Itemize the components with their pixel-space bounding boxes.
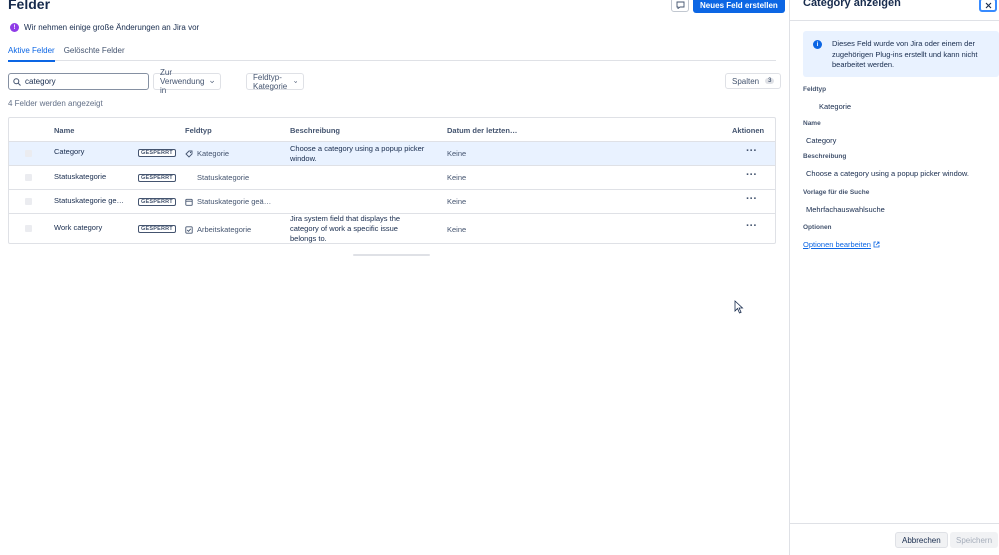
mouse-cursor-icon: [734, 300, 744, 314]
locked-badge: GESPERRT: [138, 149, 176, 157]
tab-active-fields[interactable]: Aktive Felder: [8, 46, 55, 62]
more-actions-button[interactable]: ···: [746, 193, 757, 205]
field-type-icon: [185, 174, 193, 182]
column-header-name[interactable]: Name: [54, 126, 74, 135]
feedback-icon: [676, 1, 684, 9]
chevron-down-icon: [293, 80, 298, 83]
search-input[interactable]: category: [8, 73, 149, 90]
field-last-used: Keine: [447, 197, 467, 206]
announcement-banner[interactable]: ! Wir nehmen einige große Änderungen an …: [10, 23, 199, 32]
field-type: Kategorie: [185, 149, 229, 158]
panel-header: Category anzeigen: [790, 0, 999, 21]
external-link-icon: [873, 241, 880, 248]
table-row[interactable]: Statuskategorie GESPERRT Statuskategorie…: [9, 166, 775, 190]
cancel-button[interactable]: Abbrechen: [895, 532, 948, 548]
info-message-text: Dieses Feld wurde von Jira oder einem de…: [832, 39, 978, 69]
column-header-last-used[interactable]: Datum der letzten…: [447, 126, 517, 135]
field-type-label: Kategorie: [197, 149, 230, 158]
search-icon: [13, 77, 21, 86]
field-description: Jira system field that displays the cate…: [290, 214, 401, 243]
field-last-used: Keine: [447, 225, 467, 234]
panel-title: Category anzeigen: [803, 0, 901, 9]
close-button[interactable]: [979, 0, 997, 12]
usage-filter-dropdown[interactable]: Zur Verwendung in: [153, 68, 222, 95]
columns-label: Spalten: [732, 76, 760, 86]
close-icon: [985, 2, 991, 8]
field-type-value: Kategorie: [819, 102, 852, 111]
field-type: Statuskategorie geä…: [185, 197, 271, 206]
field-name[interactable]: Work category: [54, 223, 102, 233]
tag-icon: [185, 150, 193, 158]
description-value: Choose a category using a popup picker w…: [806, 169, 970, 178]
field-type: Arbeitskategorie: [185, 225, 251, 234]
fields-table: Name Feldtyp Beschreibung Datum der letz…: [8, 117, 776, 244]
table-row[interactable]: Work category GESPERRT Arbeitskategorie …: [9, 214, 775, 244]
columns-count-badge: 3: [765, 78, 775, 84]
info-icon: !: [10, 23, 19, 32]
chevron-down-icon: [210, 80, 215, 83]
field-detail-panel: Category anzeigen i Dieses Feld wurde vo…: [789, 0, 999, 555]
checkbox-icon: [185, 225, 193, 234]
description-label: Beschreibung: [803, 153, 847, 160]
edit-options-link-text: Optionen bearbeiten: [803, 240, 871, 249]
field-type-filter-label: Feldtyp-Kategorie: [253, 72, 288, 91]
column-header-actions: Aktionen: [732, 126, 765, 135]
more-actions-button[interactable]: ···: [746, 220, 757, 232]
name-value: Category: [806, 136, 837, 145]
search-template-label: Vorlage für die Suche: [803, 189, 870, 196]
tab-bar: Aktive Felder Gelöschte Felder: [8, 46, 776, 62]
field-last-used: Keine: [447, 149, 467, 158]
row-checkbox[interactable]: [25, 150, 32, 157]
create-field-button[interactable]: Neues Feld erstellen: [693, 0, 785, 13]
feedback-button[interactable]: [671, 0, 689, 12]
table-header: Name Feldtyp Beschreibung Datum der letz…: [9, 118, 775, 142]
edit-options-link[interactable]: Optionen bearbeiten: [803, 240, 880, 249]
locked-badge: GESPERRT: [138, 174, 176, 182]
info-icon: i: [813, 40, 822, 49]
calendar-icon: [185, 198, 193, 206]
field-type: Statuskategorie: [185, 173, 249, 182]
table-row[interactable]: Statuskategorie ge… GESPERRT Statuskateg…: [9, 190, 775, 214]
field-last-used: Keine: [447, 173, 467, 182]
field-type-label: Arbeitskategorie: [197, 225, 252, 234]
field-type-label: Statuskategorie geä…: [197, 197, 272, 206]
row-checkbox[interactable]: [25, 198, 32, 205]
columns-button[interactable]: Spalten 3: [725, 73, 782, 89]
main-area: Felder Neues Feld erstellen ! Wir nehmen…: [0, 0, 789, 555]
field-description: Choose a category using a popup picker w…: [290, 144, 425, 163]
field-type-label: Statuskategorie: [197, 173, 250, 182]
announcement-text: Wir nehmen einige große Änderungen an Ji…: [24, 23, 200, 32]
field-type-label: Feldtyp: [803, 86, 827, 93]
column-header-field-type[interactable]: Feldtyp: [185, 126, 212, 135]
options-label: Optionen: [803, 224, 832, 231]
save-button[interactable]: Speichern: [950, 532, 999, 548]
locked-badge: GESPERRT: [138, 225, 176, 233]
name-label: Name: [803, 120, 821, 127]
field-type-filter-dropdown[interactable]: Feldtyp-Kategorie: [246, 72, 305, 91]
panel-footer: Abbrechen Speichern: [790, 523, 999, 555]
row-checkbox[interactable]: [25, 225, 32, 232]
row-checkbox[interactable]: [25, 174, 32, 181]
field-name[interactable]: Statuskategorie: [54, 172, 106, 182]
field-name[interactable]: Category: [54, 147, 84, 157]
usage-filter-label: Zur Verwendung in: [160, 68, 205, 95]
info-message: i Dieses Feld wurde von Jira oder einem …: [803, 31, 999, 77]
more-actions-button[interactable]: ···: [746, 169, 757, 181]
locked-badge: GESPERRT: [138, 198, 176, 206]
field-name[interactable]: Statuskategorie ge…: [54, 196, 124, 206]
page-title: Felder: [8, 0, 51, 12]
horizontal-scrollbar[interactable]: [353, 254, 430, 256]
table-row[interactable]: Category GESPERRT Kategorie Choose a cat…: [9, 142, 775, 166]
more-actions-button[interactable]: ···: [746, 145, 757, 157]
column-header-description[interactable]: Beschreibung: [290, 126, 340, 135]
result-count: 4 Felder werden angezeigt: [8, 99, 103, 108]
search-template-value: Mehrfachauswahlsuche: [806, 205, 885, 214]
search-value: category: [25, 77, 56, 86]
tab-deleted-fields[interactable]: Gelöschte Felder: [64, 46, 125, 61]
